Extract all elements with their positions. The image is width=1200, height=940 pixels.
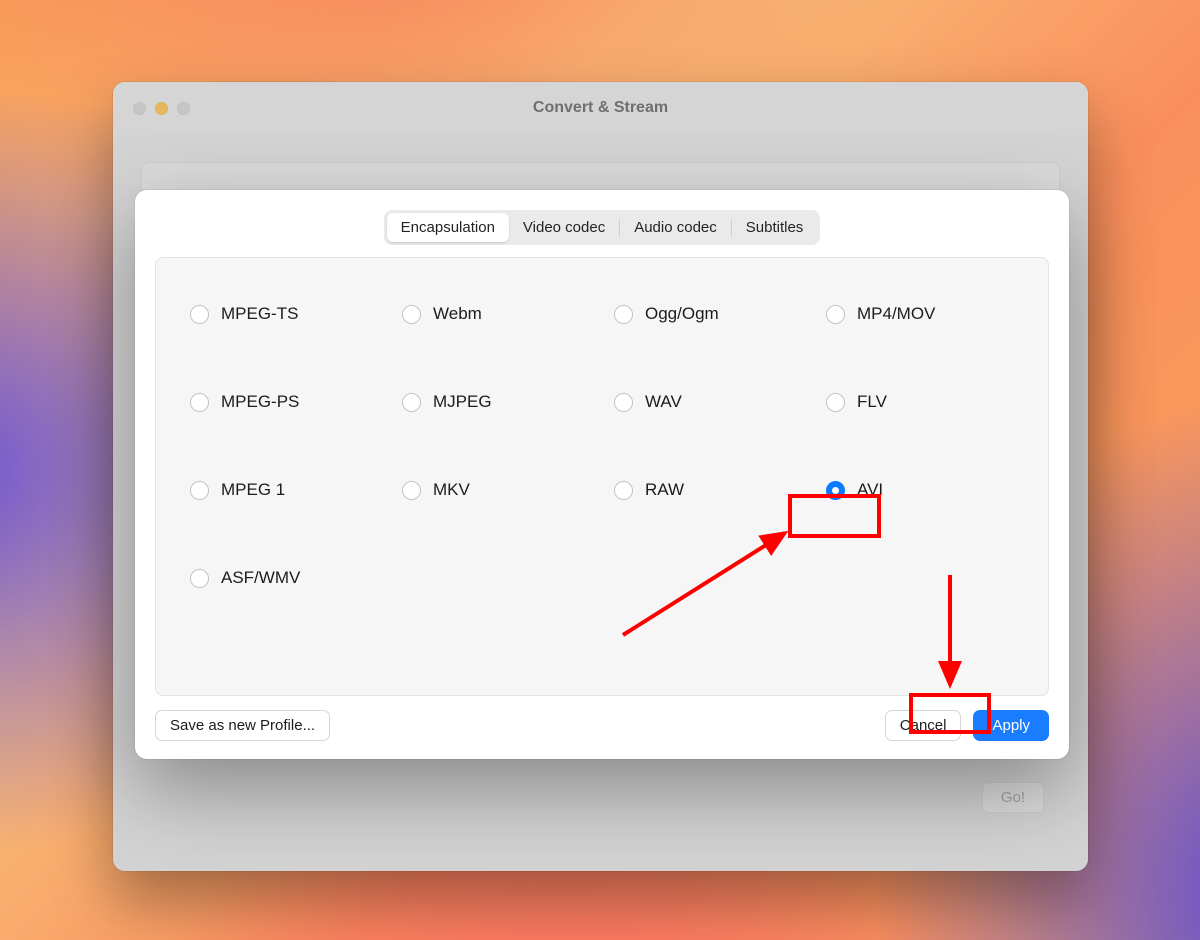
- radio-icon: [190, 569, 209, 588]
- radio-asfwmv[interactable]: ASF/WMV: [190, 568, 392, 588]
- profile-edit-sheet: Encapsulation Video codec Audio codec Su…: [135, 190, 1069, 759]
- radio-avi[interactable]: AVI: [826, 480, 1028, 500]
- radio-webm[interactable]: Webm: [402, 304, 604, 324]
- radio-icon: [826, 393, 845, 412]
- radio-label: WAV: [645, 392, 682, 412]
- encapsulation-pane: MPEG-TS Webm Ogg/Ogm MP4/MOV MPEG-PS MJP…: [155, 257, 1049, 696]
- sheet-footer: Save as new Profile... Cancel Apply: [155, 710, 1049, 741]
- codec-tabs: Encapsulation Video codec Audio codec Su…: [384, 210, 821, 245]
- radio-icon: [402, 393, 421, 412]
- radio-icon: [190, 393, 209, 412]
- save-profile-button[interactable]: Save as new Profile...: [155, 710, 330, 741]
- radio-mpegts[interactable]: MPEG-TS: [190, 304, 392, 324]
- radio-mkv[interactable]: MKV: [402, 480, 604, 500]
- radio-label: Webm: [433, 304, 482, 324]
- tab-subtitles-label: Subtitles: [746, 219, 804, 236]
- tab-encapsulation-label: Encapsulation: [401, 219, 495, 236]
- radio-icon: [826, 305, 845, 324]
- radio-icon: [826, 481, 845, 500]
- cancel-button[interactable]: Cancel: [885, 710, 962, 741]
- radio-icon: [190, 481, 209, 500]
- radio-mpeg1[interactable]: MPEG 1: [190, 480, 392, 500]
- radio-label: AVI: [857, 480, 883, 500]
- radio-label: MPEG 1: [221, 480, 285, 500]
- radio-flv[interactable]: FLV: [826, 392, 1028, 412]
- tab-encapsulation[interactable]: Encapsulation: [387, 213, 509, 242]
- radio-label: MPEG-TS: [221, 304, 298, 324]
- tab-subtitles[interactable]: Subtitles: [732, 213, 818, 242]
- radio-icon: [190, 305, 209, 324]
- radio-label: MPEG-PS: [221, 392, 299, 412]
- apply-button[interactable]: Apply: [973, 710, 1049, 741]
- radio-label: MP4/MOV: [857, 304, 935, 324]
- tab-audio-codec[interactable]: Audio codec: [620, 213, 731, 242]
- radio-label: ASF/WMV: [221, 568, 300, 588]
- tab-audio-codec-label: Audio codec: [634, 219, 717, 236]
- radio-icon: [402, 481, 421, 500]
- radio-icon: [614, 393, 633, 412]
- radio-icon: [614, 305, 633, 324]
- tab-video-codec-label: Video codec: [523, 219, 605, 236]
- tab-video-codec[interactable]: Video codec: [509, 213, 619, 242]
- radio-raw[interactable]: RAW: [614, 480, 816, 500]
- radio-label: RAW: [645, 480, 684, 500]
- radio-mpegps[interactable]: MPEG-PS: [190, 392, 392, 412]
- radio-oggogm[interactable]: Ogg/Ogm: [614, 304, 816, 324]
- radio-label: Ogg/Ogm: [645, 304, 719, 324]
- radio-label: FLV: [857, 392, 887, 412]
- radio-mjpeg[interactable]: MJPEG: [402, 392, 604, 412]
- radio-label: MJPEG: [433, 392, 492, 412]
- radio-wav[interactable]: WAV: [614, 392, 816, 412]
- radio-icon: [614, 481, 633, 500]
- radio-mp4mov[interactable]: MP4/MOV: [826, 304, 1028, 324]
- radio-icon: [402, 305, 421, 324]
- radio-label: MKV: [433, 480, 470, 500]
